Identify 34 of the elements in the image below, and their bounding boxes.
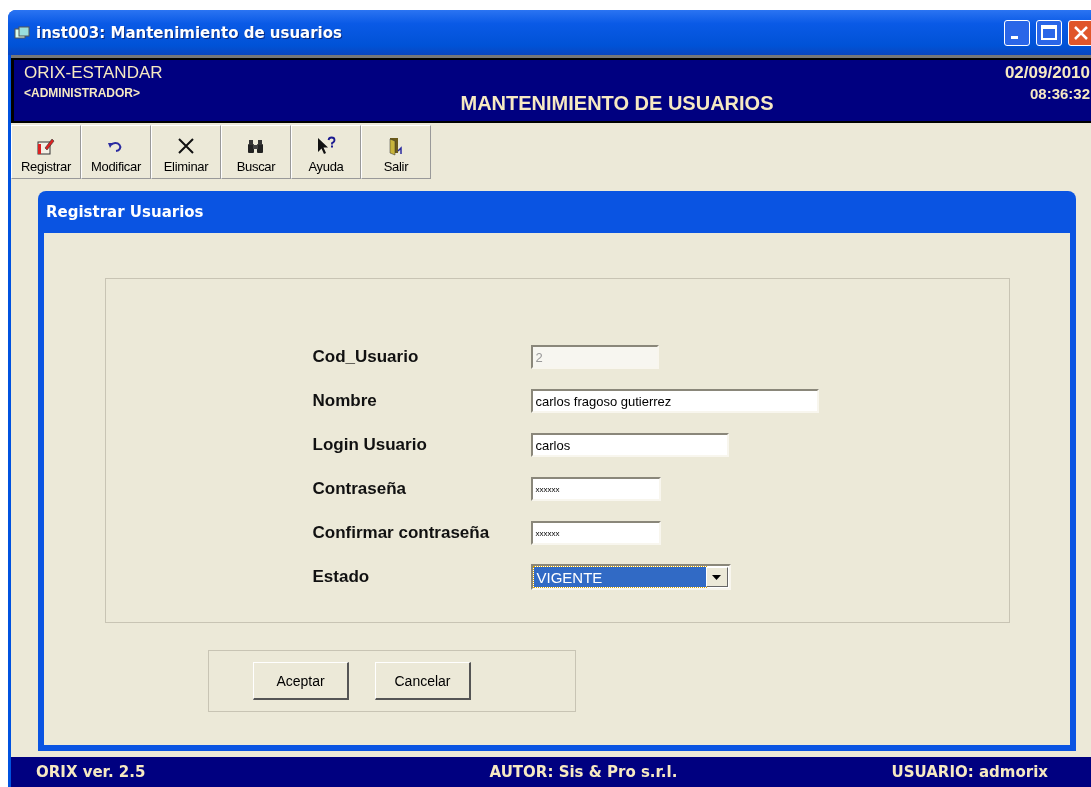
window-icon <box>14 25 30 40</box>
dropdown-arrow-icon[interactable] <box>712 574 721 580</box>
input-field[interactable]: carlos <box>530 433 729 457</box>
version-label: ORIX ver. 2.5 <box>36 763 146 781</box>
date-label: 02/09/2010 <box>1003 63 1090 83</box>
field-label: Confirmar contraseña <box>312 522 491 544</box>
window-title: inst003: Mantenimiento de usuarios <box>36 23 343 42</box>
dropdown-field[interactable]: VIGENTE <box>530 564 731 590</box>
dialog-button[interactable]: Cancelar <box>375 662 471 700</box>
password-field[interactable]: xxxxxx <box>530 477 661 501</box>
user-label: USUARIO: admorix <box>891 763 1048 781</box>
author-label: AUTOR: Sis & Pro s.r.l. <box>489 763 678 781</box>
input-field[interactable]: carlos fragoso gutierrez <box>530 389 819 413</box>
dialog-title: Registrar Usuarios <box>45 202 205 223</box>
dialog-button[interactable]: Aceptar <box>253 662 349 700</box>
field-label: Contraseña <box>312 478 408 500</box>
role-label: <ADMINISTRADOR> <box>24 86 141 100</box>
toolbar-button[interactable]: Modificar <box>81 125 151 179</box>
app-name: ORIX-ESTANDAR <box>24 63 164 83</box>
document-pen-icon <box>35 136 57 156</box>
screen-heading: MANTENIMIENTO DE USUARIOS <box>459 92 774 116</box>
toolbar-button[interactable]: Eliminar <box>151 125 221 179</box>
pointer-question-icon <box>315 136 337 156</box>
toolbar-button[interactable]: Ayuda <box>291 125 361 179</box>
toolbar-button[interactable]: Salir <box>361 125 431 179</box>
password-field[interactable]: xxxxxx <box>530 521 661 545</box>
field-label: Cod_Usuario <box>312 346 420 368</box>
field-label: Nombre <box>312 390 378 412</box>
field-label: Estado <box>312 566 371 588</box>
close-icon <box>175 136 197 156</box>
toolbar-button[interactable]: Buscar <box>221 125 291 179</box>
time-label: 08:36:32 <box>1028 85 1090 102</box>
toolbar-button[interactable]: Registrar <box>11 125 81 179</box>
field-label: Login Usuario <box>312 434 428 456</box>
